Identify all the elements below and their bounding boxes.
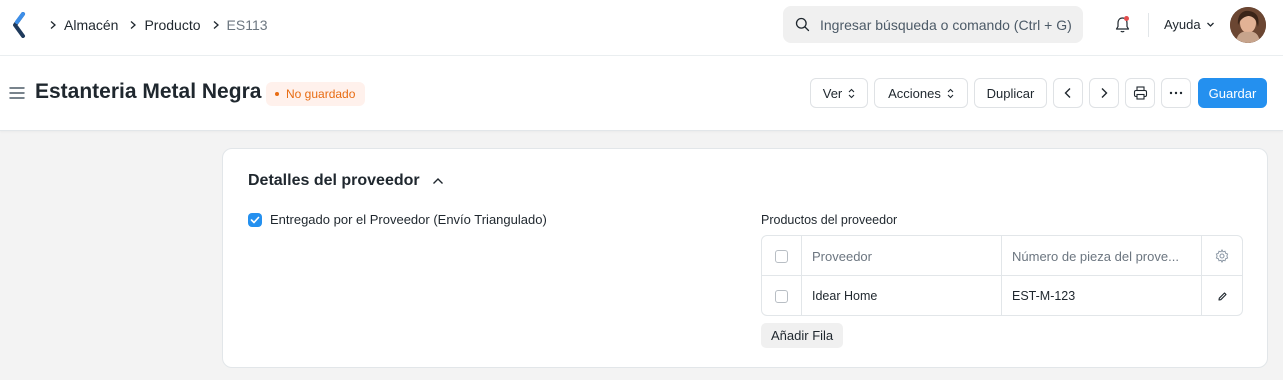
gear-icon bbox=[1215, 249, 1229, 263]
chevron-right-icon bbox=[128, 20, 138, 30]
table-header-row: Proveedor Número de pieza del prove... bbox=[762, 236, 1242, 276]
status-dot bbox=[275, 92, 279, 96]
chevron-left-icon bbox=[1064, 88, 1071, 98]
row-checkbox[interactable] bbox=[775, 289, 788, 303]
page-title: Estanteria Metal Negra bbox=[35, 80, 262, 103]
notification-dot bbox=[1124, 16, 1129, 21]
supplier-items-label: Productos del proveedor bbox=[761, 213, 898, 227]
breadcrumb-item-producto[interactable]: Producto bbox=[144, 17, 200, 33]
chevron-right-icon bbox=[211, 20, 221, 30]
checkmark-icon bbox=[250, 216, 260, 223]
sort-updown-icon bbox=[947, 88, 954, 98]
status-badge: No guardado bbox=[266, 82, 366, 106]
breadcrumb-current[interactable]: ES113 bbox=[227, 17, 268, 33]
supplier-details-section: Detalles del proveedor Entregado por el … bbox=[222, 148, 1268, 368]
save-button[interactable]: Guardar bbox=[1198, 78, 1267, 108]
section-title: Detalles del proveedor bbox=[248, 172, 420, 189]
more-options-button[interactable] bbox=[1161, 78, 1191, 108]
cell-part-number[interactable]: EST-M-123 bbox=[1002, 276, 1202, 315]
save-button-label: Guardar bbox=[1208, 85, 1257, 101]
chevron-up-icon bbox=[432, 177, 444, 185]
drop-ship-field: Entregado por el Proveedor (Envío Triang… bbox=[248, 212, 547, 227]
pencil-icon bbox=[1217, 291, 1227, 301]
page-head: Estanteria Metal Negra No guardado Ver A… bbox=[0, 56, 1283, 131]
sort-updown-icon bbox=[848, 88, 855, 98]
add-row-button[interactable]: Añadir Fila bbox=[761, 323, 844, 348]
row-select-cell bbox=[762, 276, 802, 315]
status-label: No guardado bbox=[286, 87, 356, 101]
view-button[interactable]: Ver bbox=[810, 78, 868, 108]
row-edit-cell[interactable] bbox=[1202, 276, 1242, 315]
search-bar[interactable]: Ingresar búsqueda o comando (Ctrl + G) bbox=[783, 6, 1083, 43]
previous-button[interactable] bbox=[1053, 78, 1083, 108]
select-all-checkbox[interactable] bbox=[775, 249, 788, 263]
printer-icon bbox=[1133, 86, 1147, 100]
actions-button-label: Acciones bbox=[888, 85, 941, 101]
chevron-down-icon bbox=[1206, 22, 1214, 27]
breadcrumb: Almacén Producto ES113 bbox=[44, 0, 268, 50]
navbar-divider bbox=[1148, 13, 1149, 37]
header-select-cell bbox=[762, 236, 802, 276]
table-row[interactable]: Idear Home EST-M-123 bbox=[762, 276, 1242, 315]
breadcrumb-item-almacen[interactable]: Almacén bbox=[64, 17, 118, 33]
column-header-supplier: Proveedor bbox=[802, 236, 1002, 276]
column-settings-cell[interactable] bbox=[1202, 236, 1242, 276]
sidebar-toggle-icon[interactable] bbox=[9, 86, 25, 100]
more-horizontal-icon bbox=[1169, 91, 1183, 95]
actions-button[interactable]: Acciones bbox=[874, 78, 968, 108]
app-logo-icon[interactable] bbox=[12, 12, 28, 38]
next-button[interactable] bbox=[1089, 78, 1119, 108]
help-dropdown[interactable]: Ayuda bbox=[1164, 17, 1215, 32]
drop-ship-label: Entregado por el Proveedor (Envío Triang… bbox=[270, 212, 547, 227]
help-label: Ayuda bbox=[1164, 17, 1201, 32]
view-button-label: Ver bbox=[822, 85, 843, 101]
duplicate-button-label: Duplicar bbox=[986, 85, 1035, 101]
duplicate-button[interactable]: Duplicar bbox=[974, 78, 1047, 108]
cell-supplier[interactable]: Idear Home bbox=[802, 276, 1002, 315]
supplier-items-table: Proveedor Número de pieza del prove... I… bbox=[761, 235, 1243, 316]
search-input[interactable]: Ingresar búsqueda o comando (Ctrl + G) bbox=[820, 17, 1072, 33]
navbar: Almacén Producto ES113 Ingresar búsqueda… bbox=[0, 0, 1283, 56]
column-header-part-number: Número de pieza del prove... bbox=[1002, 236, 1202, 276]
user-avatar[interactable] bbox=[1230, 7, 1266, 43]
chevron-right-icon bbox=[1101, 88, 1108, 98]
print-button[interactable] bbox=[1125, 78, 1155, 108]
section-header[interactable]: Detalles del proveedor bbox=[248, 172, 444, 190]
chevron-right-icon bbox=[48, 20, 58, 30]
search-icon bbox=[795, 17, 810, 32]
drop-ship-checkbox[interactable] bbox=[248, 212, 262, 227]
